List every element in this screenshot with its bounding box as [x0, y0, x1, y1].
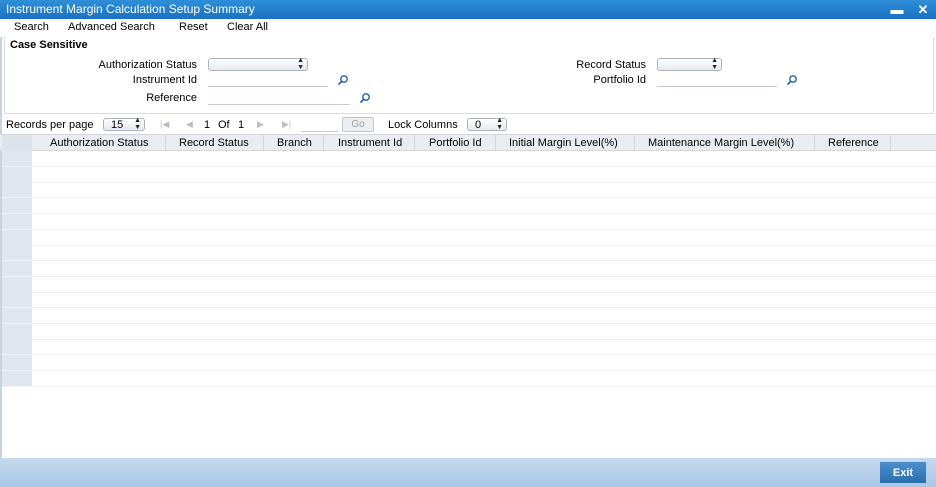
table-row[interactable] — [2, 229, 936, 246]
table-row[interactable] — [2, 245, 936, 262]
advanced-search-button[interactable]: Advanced Search — [68, 21, 155, 33]
search-criteria-panel: Case Sensitive Authorization Status ▲ ▼ R… — [4, 37, 934, 114]
column-divider — [263, 135, 264, 151]
prev-page-icon[interactable]: ◀ — [186, 119, 193, 130]
portfolio-id-label: Portfolio Id — [593, 74, 646, 86]
total-pages: 1 — [238, 119, 245, 131]
authorization-status-select[interactable]: ▲ ▼ — [208, 57, 308, 71]
portfolio-id-input[interactable] — [657, 74, 777, 87]
row-selector[interactable] — [2, 182, 32, 199]
records-per-page-label: Records per page — [6, 119, 94, 131]
close-icon[interactable]: ✕ — [914, 0, 932, 19]
row-selector[interactable] — [2, 370, 32, 387]
table-row[interactable] — [2, 213, 936, 230]
next-page-icon[interactable]: ▶ — [257, 119, 264, 130]
first-page-icon[interactable]: |◀ — [160, 119, 169, 130]
title-bar: Instrument Margin Calculation Setup Summ… — [0, 0, 936, 19]
table-row[interactable] — [2, 198, 936, 215]
select-arrows-icon: ▲ ▼ — [134, 117, 141, 131]
column-divider — [414, 135, 415, 151]
column-divider — [165, 135, 166, 151]
grid-header: Authorization Status Record Status Branc… — [0, 134, 936, 151]
select-arrows-icon: ▲ ▼ — [297, 57, 304, 71]
minimize-icon[interactable]: ▬ — [888, 0, 906, 19]
search-icon[interactable] — [359, 92, 371, 104]
toolbar: Search Advanced Search Reset Clear All — [0, 19, 936, 37]
column-header[interactable]: Maintenance Margin Level(%) — [648, 137, 794, 149]
table-row[interactable] — [2, 151, 936, 167]
reference-input[interactable] — [208, 92, 350, 105]
instrument-id-label: Instrument Id — [132, 74, 197, 86]
select-all-header[interactable] — [2, 135, 32, 151]
row-selector[interactable] — [2, 151, 32, 167]
records-per-page-select[interactable]: 15 ▲ ▼ — [103, 117, 145, 131]
column-header[interactable]: Initial Margin Level(%) — [509, 137, 618, 149]
column-divider — [323, 135, 324, 151]
exit-button[interactable]: Exit — [880, 462, 926, 483]
table-row[interactable] — [2, 260, 936, 277]
column-header[interactable]: Record Status — [179, 137, 249, 149]
column-header[interactable]: Portfolio Id — [429, 137, 482, 149]
lock-columns-select[interactable]: 0 ▲ ▼ — [467, 117, 507, 131]
reset-button[interactable]: Reset — [179, 21, 208, 33]
column-divider — [890, 135, 891, 151]
table-row[interactable] — [2, 370, 936, 387]
table-row[interactable] — [2, 355, 936, 372]
instrument-id-input[interactable] — [208, 74, 328, 87]
record-status-label: Record Status — [576, 59, 646, 71]
row-selector[interactable] — [2, 355, 32, 372]
results-grid: Authorization Status Record Status Branc… — [0, 134, 936, 387]
authorization-status-label: Authorization Status — [98, 59, 197, 71]
row-selector[interactable] — [2, 198, 32, 215]
last-page-icon[interactable]: ▶| — [282, 119, 291, 130]
window-title: Instrument Margin Calculation Setup Summ… — [6, 2, 255, 16]
table-row[interactable] — [2, 339, 936, 356]
go-button[interactable]: Go — [342, 117, 374, 132]
records-per-page-value: 15 — [111, 119, 124, 131]
table-row[interactable] — [2, 276, 936, 293]
row-selector[interactable] — [2, 229, 32, 246]
table-row[interactable] — [2, 308, 936, 324]
select-arrows-icon: ▲ ▼ — [496, 117, 503, 131]
table-row[interactable] — [2, 166, 936, 183]
of-label: Of — [218, 119, 230, 131]
lock-columns-value: 0 — [475, 119, 482, 131]
reference-label: Reference — [146, 92, 197, 104]
select-arrows-icon: ▲ ▼ — [711, 57, 718, 71]
record-status-select[interactable]: ▲ ▼ — [657, 57, 722, 71]
column-header[interactable]: Authorization Status — [50, 137, 148, 149]
case-sensitive-label: Case Sensitive — [10, 39, 88, 51]
goto-page-input[interactable] — [301, 117, 339, 132]
row-selector[interactable] — [2, 308, 32, 324]
row-selector[interactable] — [2, 323, 32, 340]
search-icon[interactable] — [786, 74, 798, 86]
pagination-bar: Records per page 15 ▲ ▼ |◀ ◀ 1 Of 1 ▶ ▶| … — [0, 116, 936, 134]
row-selector[interactable] — [2, 292, 32, 309]
row-selector[interactable] — [2, 339, 32, 356]
search-button[interactable]: Search — [14, 21, 49, 33]
table-row[interactable] — [2, 182, 936, 199]
current-page: 1 — [204, 119, 211, 131]
column-header[interactable]: Branch — [277, 137, 312, 149]
column-divider — [495, 135, 496, 151]
search-icon[interactable] — [337, 74, 349, 86]
column-divider — [814, 135, 815, 151]
table-row[interactable] — [2, 292, 936, 309]
column-header[interactable]: Reference — [828, 137, 879, 149]
lock-columns-label: Lock Columns — [388, 119, 458, 131]
row-selector[interactable] — [2, 213, 32, 230]
row-selector[interactable] — [2, 166, 32, 183]
footer-bar: Exit — [0, 458, 936, 487]
row-selector[interactable] — [2, 276, 32, 293]
clear-all-button[interactable]: Clear All — [227, 21, 268, 33]
table-row[interactable] — [2, 323, 936, 340]
column-header[interactable]: Instrument Id — [338, 137, 402, 149]
row-selector[interactable] — [2, 245, 32, 262]
column-divider — [634, 135, 635, 151]
row-selector[interactable] — [2, 260, 32, 277]
